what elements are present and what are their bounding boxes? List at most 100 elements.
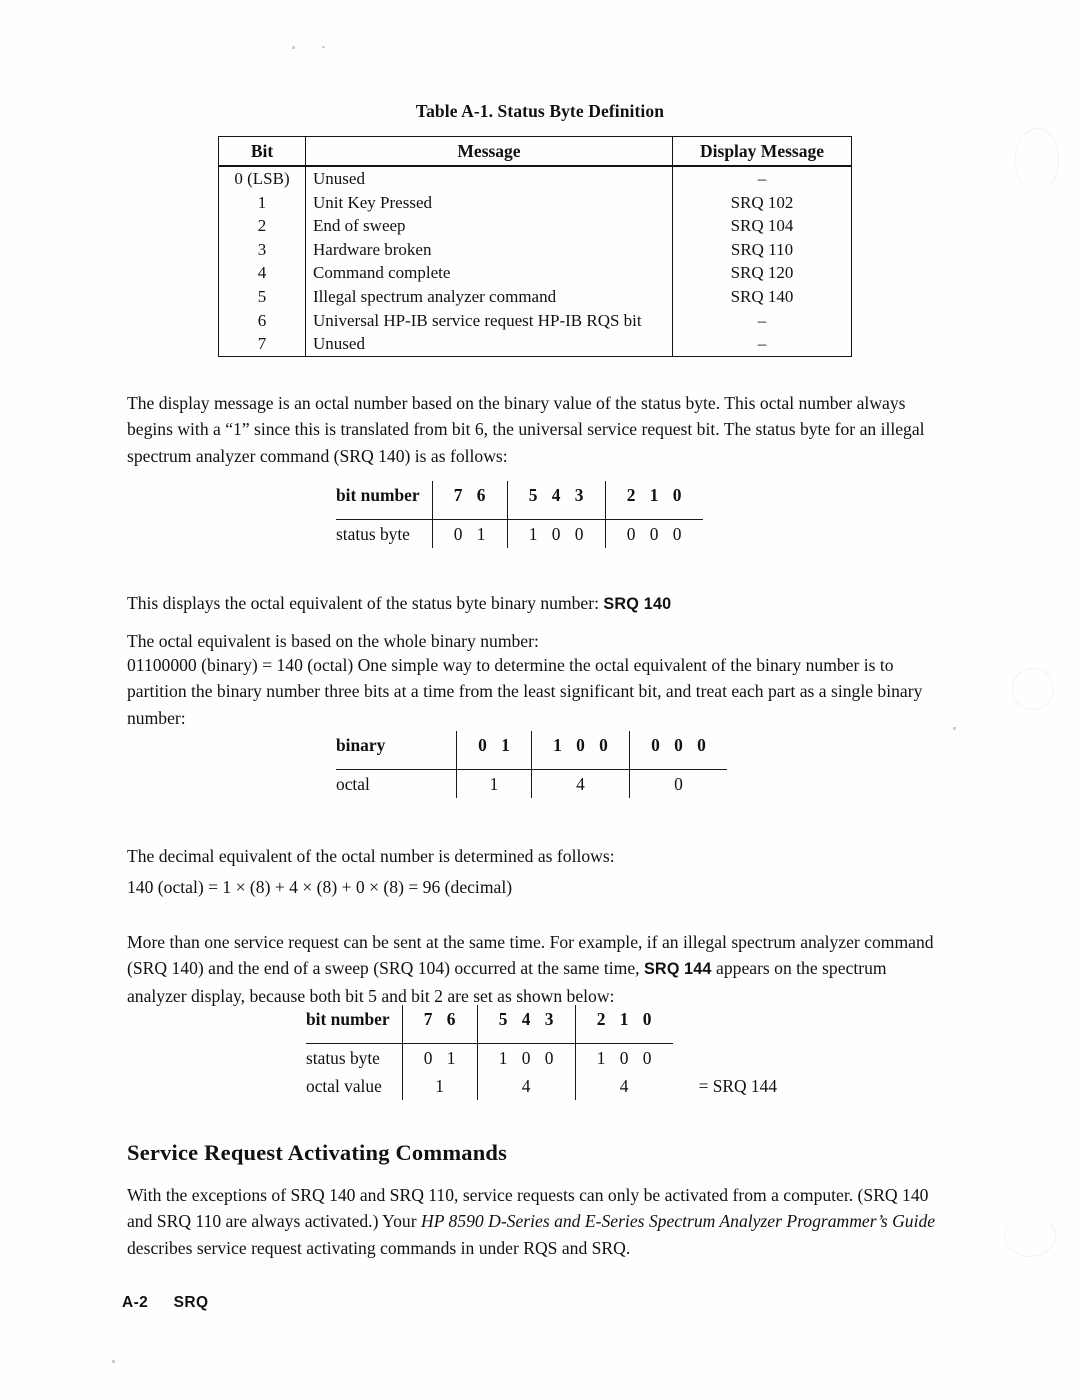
diagram-group-76: 76 [401,1005,478,1033]
diagram-label: octal value [306,1075,382,1096]
paragraph-partition-binary: 01100000 (binary) = 140 (octal) One simp… [127,655,923,728]
cell-message: Illegal spectrum analyzer command [305,284,673,309]
scan-speck [322,46,325,48]
diagram-label: binary [336,734,386,755]
diagram-values-543: 100 [476,1043,576,1072]
diagram-row-status-byte: status byte 01 100 100 [306,1043,777,1073]
cell-message: Command complete [305,261,673,285]
diagram-octal-3: 0 [629,769,727,798]
cell-message: Unit Key Pressed [305,190,673,215]
footer-chapter: SRQ [173,1294,209,1311]
table-row: 1 Unit Key Pressed SRQ 102 [218,190,852,215]
paragraph-decimal-formula: 140 (octal) = 1 × (8) + 4 × (8) + 0 × (8… [127,877,513,897]
diagram-octal-1: 1 [456,769,532,798]
cell-display: SRQ 104 [672,214,852,238]
cell-bit: 2 [218,214,306,238]
diagram-values-76: 01 [431,519,508,548]
diagram-values-210: 000 [604,519,703,548]
diagram-result: = SRQ 144 [698,1075,778,1096]
cell-display: SRQ 102 [672,190,852,215]
section-heading: Service Request Activating Commands [127,1140,508,1165]
scan-artifact [1015,128,1059,192]
diagram-group-543: 543 [506,481,606,509]
diagram-values-76: 01 [401,1043,478,1072]
diagram-group-210: 210 [604,481,703,509]
cell-display: – [672,308,852,333]
cell-message: Universal HP-IB service request HP-IB RQ… [305,308,673,333]
inline-code-144: 144 [684,960,712,979]
scan-artifact [1004,1215,1056,1257]
diagram-label: bit number [336,484,420,505]
cell-display: SRQ 120 [672,261,852,285]
table-row: 0 (LSB) Unused – [218,166,852,191]
column-header-display-message: Display Message [672,136,852,167]
diagram-octal-3: 4 [574,1072,673,1100]
diagram-row-binary: binary 01 100 000 [336,731,727,759]
diagram-label: status byte [336,523,410,544]
paragraph-display-message: The display message is an octal number b… [127,393,925,466]
cell-message: Unused [305,332,673,357]
cell-message: Hardware broken [305,237,673,262]
diagram-octal-2: 4 [531,769,630,798]
bit-diagram-binary-octal: binary 01 100 000 octal 1 4 0 [336,731,727,798]
page-footer: A-2 SRQ [122,1294,208,1312]
diagram-label: octal [336,773,370,794]
cell-display: – [672,332,852,357]
diagram-row-octal: octal 1 4 0 [336,769,727,798]
cell-message: Unused [305,166,673,191]
column-header-message: Message [305,136,673,167]
diagram-group-210: 210 [574,1005,673,1033]
diagram-group-binary-3: 000 [629,731,727,759]
cell-message: End of sweep [305,214,673,238]
paragraph-text: describes service request activating com… [127,1237,631,1258]
diagram-row-status-byte: status byte 01 100 000 [336,519,703,548]
paragraph-decimal-equivalent: The decimal equivalent of the octal numb… [127,846,615,866]
paragraph-service-request-activating: With the exceptions of SRQ 140 and SRQ 1… [127,1182,939,1261]
diagram-spacer [673,1005,777,1033]
inline-code-srq140: SRQ 140 [603,595,672,613]
diagram-group-binary-1: 01 [456,731,532,759]
cell-bit: 0 (LSB) [218,166,306,191]
paragraph-octal-equivalent-display: This displays the octal equivalent of th… [127,590,939,617]
footer-page-number: A-2 [122,1294,149,1311]
table-row: 3 Hardware broken SRQ 110 [218,237,852,262]
cell-bit: 3 [218,237,306,262]
column-header-bit: Bit [218,136,306,167]
cell-bit: 6 [218,308,306,333]
diagram-values-210: 100 [574,1043,673,1072]
diagram-group-543: 543 [476,1005,576,1033]
cell-display: SRQ 110 [672,237,852,262]
inline-code-srq: SRQ [643,960,680,979]
diagram-rule [336,759,727,770]
cell-bit: 4 [218,261,306,285]
scan-speck [953,727,956,730]
diagram-row-bit-number: bit number 76 543 210 [336,481,703,509]
diagram-values-543: 100 [506,519,606,548]
paragraph-octal-whole-binary: The octal equivalent is based on the who… [127,631,539,651]
bit-diagram-srq144: bit number 76 543 210 status byte 01 100… [306,1005,777,1100]
cell-bit: 5 [218,284,306,309]
table-row: 7 Unused – [218,332,852,357]
table-row: 4 Command complete SRQ 120 [218,261,852,285]
diagram-group-765: 76 [431,481,508,509]
scan-speck [292,46,295,49]
diagram-row-bit-number: bit number 76 543 210 [306,1005,777,1033]
cell-display: – [672,166,852,191]
diagram-spacer [673,1044,777,1073]
table-row: 5 Illegal spectrum analyzer command SRQ … [218,284,852,309]
book-title: HP 8590 D-Series and E-Series Spectrum A… [421,1211,936,1232]
cell-bit: 7 [218,332,306,357]
table-row: 6 Universal HP-IB service request HP-IB … [218,308,852,333]
diagram-group-binary-2: 100 [531,731,630,759]
table-caption: Table A-1. Status Byte Definition [415,101,665,121]
document-page: Table A-1. Status Byte Definition Bit Me… [0,0,1080,1397]
paragraph-multiple-service-requests: More than one service request can be sen… [127,929,939,1009]
status-byte-table: Bit Message Display Message 0 (LSB) Unus… [218,136,852,357]
diagram-label: status byte [306,1047,380,1068]
paragraph-text: This displays the octal equivalent of th… [127,593,599,613]
diagram-rule [336,509,703,520]
table-header-row: Bit Message Display Message [218,136,852,167]
cell-bit: 1 [218,190,306,215]
cell-display: SRQ 140 [672,284,852,309]
table-row: 2 End of sweep SRQ 104 [218,214,852,238]
